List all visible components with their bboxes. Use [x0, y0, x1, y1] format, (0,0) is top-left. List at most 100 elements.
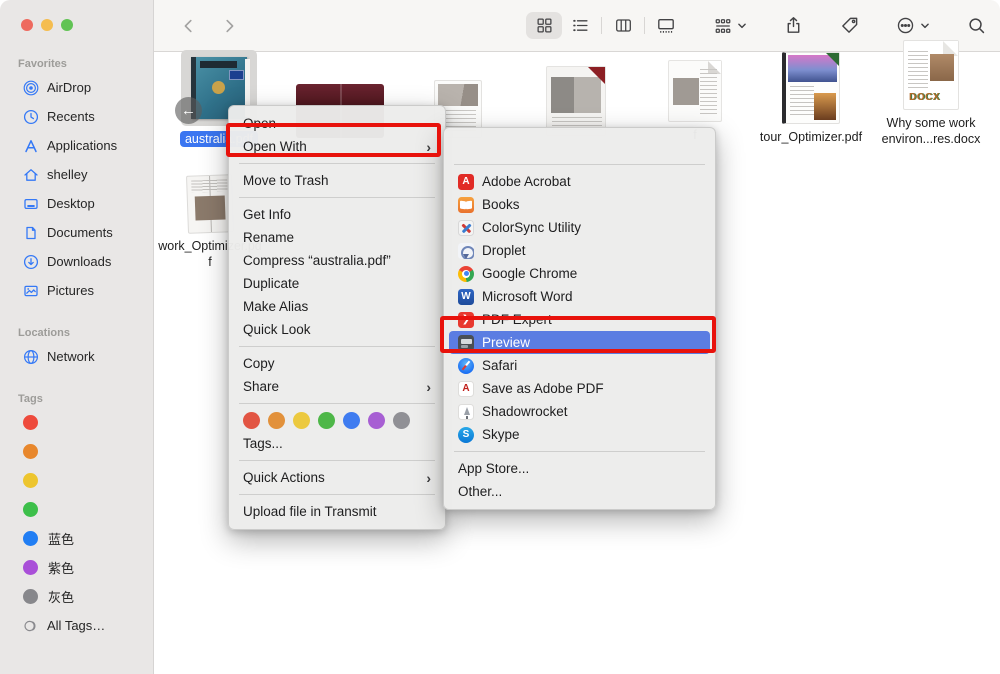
menu-item-quick-look[interactable]: Quick Look [234, 318, 440, 341]
menu-item-compress-australia-pdf[interactable]: Compress “australia.pdf” [234, 249, 440, 272]
menu-tag-color-dot[interactable] [293, 412, 310, 429]
back-badge-icon[interactable]: ← [175, 97, 202, 124]
sidebar-item-蓝色[interactable]: 蓝色 [0, 524, 153, 553]
submenu-item-adobe-acrobat[interactable]: AAdobe Acrobat [449, 170, 710, 193]
tag-color-dot [23, 473, 38, 488]
menu-tag-color-dot[interactable] [343, 412, 360, 429]
tags-button[interactable] [840, 16, 859, 35]
submenu-item-app-store[interactable]: App Store... [449, 457, 710, 480]
submenu-item-label: Preview [482, 335, 530, 350]
menu-item-label: Open [243, 116, 276, 131]
app-icon-glyph: A [462, 384, 469, 394]
menu-item-get-info[interactable]: Get Info [234, 203, 440, 226]
menu-divider [239, 197, 435, 198]
share-button[interactable] [784, 16, 803, 35]
submenu-item-preview[interactable]: Preview [449, 331, 710, 354]
sidebar-item-desktop[interactable]: Desktop [0, 189, 153, 218]
sidebar-item-tag-0[interactable] [0, 408, 153, 437]
sidebar-item-downloads[interactable]: Downloads [0, 247, 153, 276]
file-thumbnail-wrap [187, 175, 233, 233]
sidebar-item-applications[interactable]: Applications [0, 131, 153, 160]
sidebar-item-label: Network [47, 349, 95, 364]
group-button[interactable] [714, 17, 747, 35]
menu-item-open[interactable]: Open [234, 112, 440, 135]
menu-item-share[interactable]: Share› [234, 375, 440, 398]
sidebar-item-all-tags-[interactable]: All Tags… [0, 611, 153, 640]
submenu-item-colorsync-utility[interactable]: ColorSync Utility [449, 216, 710, 239]
submenu-item-label: Skype [482, 427, 520, 442]
tag-color-dot [23, 531, 38, 546]
pdf-expert-icon: ❯ [458, 312, 474, 328]
submenu-item-pdf-expert[interactable]: ❯PDF Expert [449, 308, 710, 331]
column-view-button[interactable] [605, 12, 641, 39]
forward-button[interactable] [220, 17, 238, 35]
file-item[interactable]: tour_Optimizer.pdf [756, 59, 866, 145]
gallery-view-button[interactable] [648, 12, 684, 39]
submenu-item-microsoft-word[interactable]: W Microsoft Word [449, 285, 710, 308]
sidebar-item-recents[interactable]: Recents [0, 102, 153, 131]
skype-icon: S [458, 427, 474, 443]
sidebar-item-pictures[interactable]: Pictures [0, 276, 153, 305]
sidebar-item-airdrop[interactable]: AirDrop [0, 73, 153, 102]
menu-item-copy[interactable]: Copy [234, 352, 440, 375]
search-button[interactable] [967, 16, 986, 35]
sidebar-item-紫色[interactable]: 紫色 [0, 553, 153, 582]
file-item[interactable]: DOCXWhy some work environ...res.docx [876, 61, 986, 147]
file-thumbnail-wrap [782, 52, 840, 124]
submenu-item-books[interactable]: Books [449, 193, 710, 216]
submenu-item-google-chrome[interactable]: Google Chrome [449, 262, 710, 285]
submenu-item-label: Microsoft Word [482, 289, 573, 304]
tag-color-dot [23, 560, 38, 575]
menu-tag-color-dot[interactable] [243, 412, 260, 429]
submenu-item-label: Books [482, 197, 520, 212]
submenu-item-droplet[interactable]: Droplet [449, 239, 710, 262]
menu-item-quick-actions[interactable]: Quick Actions› [234, 466, 440, 489]
finder-window: FavoritesAirDropRecentsApplicationsshell… [0, 0, 1000, 674]
sidebar-section-title: Tags [18, 393, 153, 405]
sidebar-item-灰色[interactable]: 灰色 [0, 582, 153, 611]
menu-tag-color-dot[interactable] [368, 412, 385, 429]
sidebar-item-documents[interactable]: Documents [0, 218, 153, 247]
menu-item-label: Rename [243, 230, 294, 245]
menu-item-label: Quick Actions [243, 470, 325, 485]
submenu-item-safari[interactable]: Safari [449, 354, 710, 377]
tag-color-dot [23, 415, 38, 430]
submenu-item-other[interactable]: Other... [449, 480, 710, 503]
open-with-submenu: AAdobe Acrobat Books ColorSync UtilityDrop… [443, 127, 716, 510]
list-view-button[interactable] [562, 12, 598, 39]
back-button[interactable] [180, 17, 198, 35]
thumbnail-detail [200, 61, 237, 68]
submenu-item-shadowrocket[interactable]: Shadowrocket [449, 400, 710, 423]
word-icon: W [458, 289, 474, 305]
menu-item-make-alias[interactable]: Make Alias [234, 295, 440, 318]
submenu-item-label: Save as Adobe PDF [482, 381, 604, 396]
submenu-item-label: Other... [458, 484, 502, 499]
thumbnail-detail [229, 70, 244, 80]
sidebar-item-tag-3[interactable] [0, 495, 153, 524]
minimize-button[interactable] [41, 19, 53, 31]
menu-tag-color-dot[interactable] [393, 412, 410, 429]
docx-text: DOCX [909, 92, 940, 103]
menu-item-rename[interactable]: Rename [234, 226, 440, 249]
sidebar-item-network[interactable]: Network [0, 342, 153, 371]
icon-view-button[interactable] [526, 12, 562, 39]
menu-item-move-to-trash[interactable]: Move to Trash [234, 169, 440, 192]
travel-magazine-thumbnail [782, 52, 840, 124]
submenu-item-save-as-adobe-pdf[interactable]: A Save as Adobe PDF [449, 377, 710, 400]
more-button[interactable] [896, 16, 930, 35]
zoom-button[interactable] [61, 19, 73, 31]
tag-color-dot [23, 502, 38, 517]
chevron-down-icon [920, 22, 930, 30]
submenu-item-skype[interactable]: S Skype [449, 423, 710, 446]
menu-tag-color-dot[interactable] [268, 412, 285, 429]
app-icon-glyph: W [461, 292, 470, 302]
menu-tag-color-dot[interactable] [318, 412, 335, 429]
menu-item-tags[interactable]: Tags... [234, 432, 440, 455]
sidebar-item-shelley[interactable]: shelley [0, 160, 153, 189]
menu-item-duplicate[interactable]: Duplicate [234, 272, 440, 295]
menu-item-upload-file-in-transmit[interactable]: Upload file in Transmit [234, 500, 440, 523]
menu-item-open-with[interactable]: Open With› [234, 135, 440, 158]
sidebar-item-tag-2[interactable] [0, 466, 153, 495]
close-button[interactable] [21, 19, 33, 31]
sidebar-item-tag-1[interactable] [0, 437, 153, 466]
